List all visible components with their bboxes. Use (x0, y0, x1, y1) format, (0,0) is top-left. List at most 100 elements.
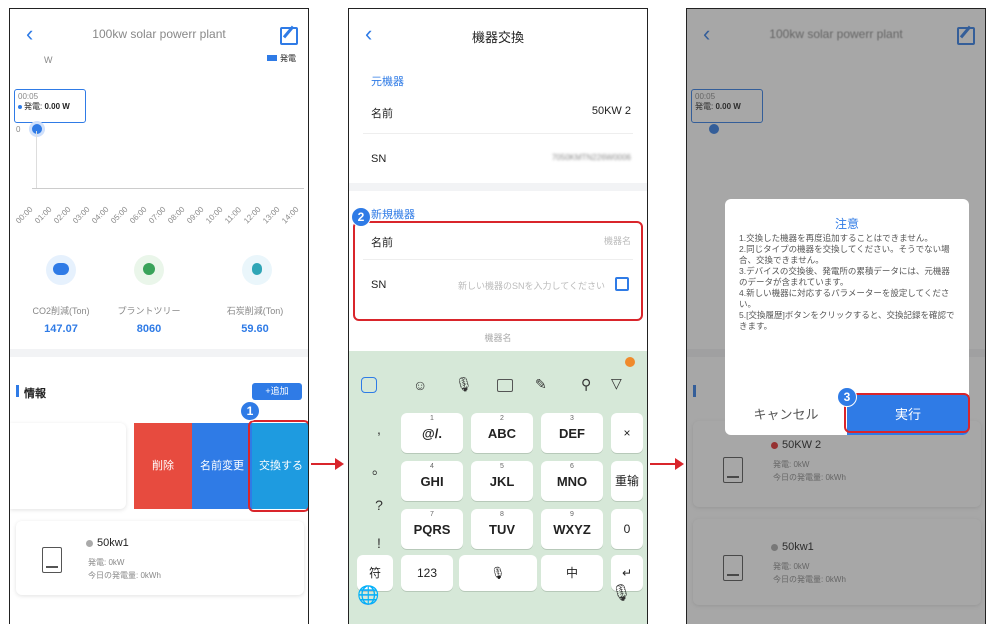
stat-label-co2: CO2削減(Ton) (32, 306, 90, 316)
x-tick-label: 01:00 (33, 204, 54, 226)
key-[interactable]: 1 @/. (401, 413, 463, 453)
key-wxyz[interactable]: 9 WXYZ (541, 509, 603, 549)
key-letters: TUV (489, 522, 515, 537)
chart-unit: W (44, 55, 53, 65)
key-def[interactable]: 3 DEF (541, 413, 603, 453)
reenter-key[interactable]: 重输 (611, 461, 643, 501)
section-divider (349, 183, 647, 191)
step-badge-3: 3 (837, 387, 857, 407)
device-power: 発電: 0kW (88, 558, 125, 567)
punctuation-key[interactable]: ! (369, 535, 389, 551)
x-tick-label: 14:00 (280, 204, 301, 226)
chart-tooltip: 00:05 発電: 0.00 W (14, 89, 86, 123)
cancel-button[interactable]: キャンセル (725, 395, 847, 435)
key-letters: GHI (420, 474, 444, 489)
key-letters: @/. (422, 426, 442, 441)
mic-icon[interactable]: 🎙 (611, 583, 631, 603)
highlight-execute (844, 393, 970, 433)
chart-point[interactable] (32, 124, 42, 134)
stat-value-trees: 8060 (136, 323, 162, 335)
rename-button[interactable]: 名前変更 (192, 423, 252, 509)
search-icon[interactable]: ⚲ (581, 376, 591, 393)
inverter-icon (42, 547, 62, 573)
chart-cursor-line (36, 131, 37, 189)
x-tick-label: 11:00 (223, 205, 244, 226)
key-digit: 2 (500, 415, 504, 422)
dialog-body: 1.交換した機器を再度追加することはできません。 2.同じタイプの機器を交換して… (739, 233, 955, 331)
edit-icon[interactable] (280, 27, 298, 45)
highlight-new-device (353, 221, 643, 321)
key-abc[interactable]: 2 ABC (471, 413, 533, 453)
divider (363, 133, 633, 134)
old-sn-value: 7050KMTN226W0006 (551, 153, 631, 162)
input-hint: 機器名 (484, 333, 512, 343)
keyboard-skin-icon[interactable] (361, 377, 377, 393)
punctuation-key[interactable]: 。 (369, 459, 389, 479)
voice-icon[interactable]: 🎙 (455, 376, 473, 393)
new-device-section: 新規機器 (371, 209, 415, 221)
punctuation-key[interactable]: ? (369, 497, 389, 513)
space-mic-key[interactable]: 🎙 (459, 555, 537, 591)
delete-key[interactable]: × (611, 413, 643, 453)
emoji-icon[interactable]: ☺ (413, 377, 427, 393)
chart-y-zero: 0 (16, 125, 21, 134)
x-tick-label: 12:00 (242, 204, 263, 226)
screen-device-replace: ‹ 機器交換 元機器 名前 50KW 2 SN 7050KMTN226W0006… (348, 8, 648, 624)
tooltip-dot (18, 104, 22, 109)
nav-bar: ‹ 100kw solar powerr plant (10, 9, 308, 55)
stat-value-co2: 147.07 (44, 323, 78, 335)
screen-plant-detail: ‹ 100kw solar powerr plant W 発電 00:05 発電… (9, 8, 309, 624)
key-digit: 4 (430, 463, 434, 470)
x-tick-label: 04:00 (90, 204, 111, 226)
flow-arrow-2 (650, 463, 676, 465)
key-jkl[interactable]: 5 JKL (471, 461, 533, 501)
delete-button[interactable]: 削除 (134, 423, 192, 509)
collapse-icon[interactable]: ▽ (611, 375, 622, 392)
key-digit: 9 (570, 511, 574, 518)
step-badge-2: 2 (351, 207, 371, 227)
key-tuv[interactable]: 8 TUV (471, 509, 533, 549)
legend-label: 発電 (280, 54, 296, 63)
key-digit: 6 (570, 463, 574, 470)
chart-legend: 発電 (267, 53, 296, 64)
x-tick-label: 09:00 (185, 204, 206, 226)
key-digit: 1 (430, 415, 434, 422)
flow-arrow-1 (311, 463, 336, 465)
key-letters: PQRS (413, 522, 451, 537)
stat-label-coal: 石炭削減(Ton) (226, 306, 284, 316)
flow-arrow-2-head (675, 458, 684, 470)
x-tick-label: 06:00 (128, 204, 149, 226)
step-badge-1: 1 (240, 401, 260, 421)
key-pqrs[interactable]: 7 PQRS (401, 509, 463, 549)
device-card[interactable]: 50kw1 発電: 0kW 今日の発電量: 0kWh (16, 521, 304, 595)
flow-arrow-1-head (335, 458, 344, 470)
device-today: 今日の発電量: 0kWh (88, 571, 161, 580)
x-tick-label: 02:00 (52, 204, 73, 226)
cloud-co2-icon (46, 255, 76, 285)
clipboard-icon[interactable] (497, 379, 513, 392)
x-tick-label: 00:00 (14, 204, 35, 226)
screen-replace-confirm: ‹ 100kw solar powerr plant 00:05 発電: 0.0… (686, 8, 986, 624)
numeric-key[interactable]: 123 (401, 555, 453, 591)
punctuation-key[interactable]: , (369, 421, 389, 437)
key-mno[interactable]: 6 MNO (541, 461, 603, 501)
tooltip-series: 発電: (24, 102, 43, 111)
handwriting-icon[interactable]: ✎ (535, 376, 547, 393)
page-title: 機器交換 (471, 30, 524, 45)
section-divider (10, 349, 308, 357)
zero-key[interactable]: 0 (611, 509, 643, 549)
device-card-swiped[interactable] (10, 423, 126, 509)
key-digit: 8 (500, 511, 504, 518)
tooltip-value: 0.00 W (44, 102, 70, 111)
old-sn-label: SN (371, 153, 387, 165)
x-tick-label: 10:00 (204, 204, 225, 226)
highlight-replace (248, 420, 308, 512)
old-name-value: 50KW 2 (591, 105, 631, 117)
add-button[interactable]: +追加 (252, 383, 302, 400)
key-letters: WXYZ (553, 522, 591, 537)
dialog-title: 注意 (834, 217, 859, 231)
globe-icon[interactable]: 🌐 (357, 585, 379, 606)
key-ghi[interactable]: 4 GHI (401, 461, 463, 501)
language-key[interactable]: 中 (541, 555, 603, 591)
x-tick-label: 13:00 (261, 204, 282, 226)
